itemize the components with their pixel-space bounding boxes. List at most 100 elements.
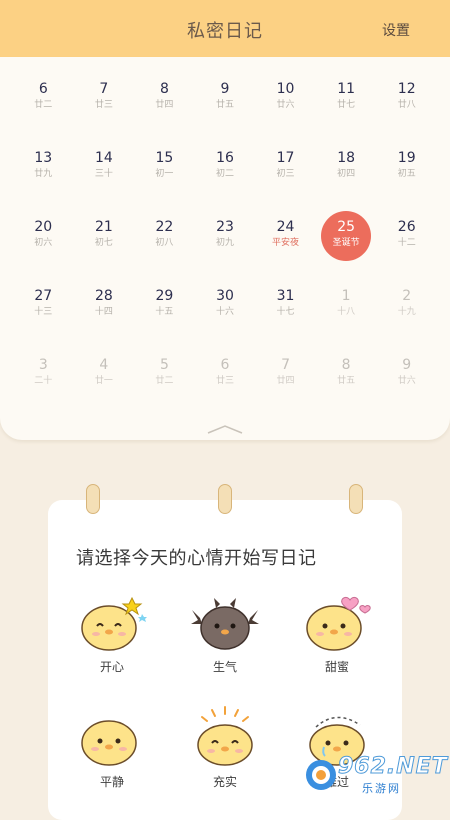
calendar-day[interactable]: 21 初七 xyxy=(74,215,135,284)
lunar-date: 初七 xyxy=(94,238,113,248)
mood-calm[interactable]: 平静 xyxy=(62,705,162,790)
day-number: 1 xyxy=(341,288,351,304)
calendar-day[interactable]: 4 廿一 xyxy=(74,353,135,422)
day-number: 25 xyxy=(337,219,356,235)
lunar-date: 初六 xyxy=(34,238,53,248)
calendar-day[interactable]: 29 十五 xyxy=(134,284,195,353)
calendar-day[interactable]: 27 十三 xyxy=(13,284,74,353)
collapse-calendar-handle[interactable] xyxy=(186,421,264,440)
day-number: 31 xyxy=(276,288,295,304)
lunar-date: 初二 xyxy=(215,169,234,179)
mood-angry[interactable]: 生气 xyxy=(175,590,275,675)
settings-button[interactable]: 设置 xyxy=(382,20,410,40)
calendar-day[interactable]: 10 廿六 xyxy=(255,77,316,146)
day-number: 23 xyxy=(216,219,234,235)
calendar-day[interactable]: 3 二十 xyxy=(13,353,74,422)
day-number: 30 xyxy=(216,288,234,304)
mood-label: 生气 xyxy=(212,660,237,674)
mood-prompt: 请选择今天的心情开始写日记 xyxy=(76,548,317,569)
lunar-date: 十三 xyxy=(34,307,53,317)
lunar-date: 初五 xyxy=(397,169,416,179)
day-number: 6 xyxy=(38,81,48,97)
calendar-day[interactable]: 23 初九 xyxy=(195,215,256,284)
mood-happy[interactable]: 开心 xyxy=(62,590,162,675)
calendar-day[interactable]: 24 平安夜 xyxy=(255,215,316,284)
binder-ring xyxy=(86,484,100,514)
day-number: 4 xyxy=(99,357,109,373)
day-number: 29 xyxy=(155,288,174,304)
day-number: 21 xyxy=(94,219,113,235)
watermark-text: 962.NET xyxy=(338,754,448,780)
day-number: 22 xyxy=(155,219,174,235)
lunar-date: 初九 xyxy=(215,238,234,248)
calendar-day[interactable]: 17 初三 xyxy=(255,146,316,215)
calendar-day[interactable]: 15 初一 xyxy=(134,146,195,215)
calendar-day[interactable]: 14 三十 xyxy=(74,146,135,215)
mood-sweet[interactable]: 甜蜜 xyxy=(287,590,387,675)
mood-fulfilled[interactable]: 充实 xyxy=(175,705,275,790)
happy-chick-icon xyxy=(81,596,147,651)
calendar-day[interactable]: 8 廿五 xyxy=(316,353,377,422)
calendar-day[interactable]: 28 十四 xyxy=(74,284,135,353)
calendar-day[interactable]: 19 初五 xyxy=(376,146,437,215)
watermark-logo: 962.NET 乐游网 xyxy=(302,750,447,796)
app-header: 私密日记 设置 xyxy=(0,0,450,57)
watermark-subtext: 乐游网 xyxy=(362,782,401,795)
calendar-day[interactable]: 6 廿三 xyxy=(195,353,256,422)
day-number: 12 xyxy=(397,81,416,97)
calendar-day[interactable]: 8 廿四 xyxy=(134,77,195,146)
lunar-date: 廿六 xyxy=(397,376,416,386)
day-number: 14 xyxy=(94,150,113,166)
day-number: 11 xyxy=(337,81,356,97)
calendar-day[interactable]: 7 廿三 xyxy=(74,77,135,146)
calendar-day[interactable]: 31 十七 xyxy=(255,284,316,353)
calendar-day[interactable]: 7 廿四 xyxy=(255,353,316,422)
mood-label: 充实 xyxy=(212,775,237,789)
day-number: 13 xyxy=(34,150,53,166)
lunar-date: 二十 xyxy=(34,376,53,386)
day-number: 9 xyxy=(402,357,412,373)
chevron-up-icon xyxy=(207,425,243,434)
day-number: 16 xyxy=(216,150,234,166)
sweet-chick-icon xyxy=(306,596,371,651)
day-number: 7 xyxy=(281,357,291,373)
calendar-day[interactable]: 18 初四 xyxy=(316,146,377,215)
day-number: 20 xyxy=(34,219,53,235)
day-number: 9 xyxy=(220,81,230,97)
calendar-grid: 6 廿二 7 廿三 8 廿四 9 廿五 10 廿六 11 廿七 12 廿八 13 廿九 14 三十 15 初一 16 初二… xyxy=(13,77,437,422)
lunar-date: 廿八 xyxy=(397,100,416,110)
calendar-day-selected[interactable]: 25 圣诞节 xyxy=(316,211,377,284)
lunar-date: 初三 xyxy=(276,169,295,179)
calendar-day[interactable]: 30 十六 xyxy=(195,284,256,353)
lunar-date: 廿四 xyxy=(155,100,174,110)
day-number: 17 xyxy=(276,150,295,166)
calendar-day[interactable]: 26 十二 xyxy=(376,215,437,284)
calendar-day[interactable]: 6 廿二 xyxy=(13,77,74,146)
lunar-date: 十六 xyxy=(215,307,234,317)
calendar-day[interactable]: 13 廿九 xyxy=(13,146,74,215)
angry-chick-icon xyxy=(191,598,259,650)
calm-chick-icon xyxy=(81,720,137,766)
lunar-date: 十四 xyxy=(94,307,113,317)
lunar-date: 廿九 xyxy=(34,169,53,179)
lunar-date: 三十 xyxy=(94,169,113,179)
day-number: 6 xyxy=(220,357,230,373)
calendar-day[interactable]: 12 廿八 xyxy=(376,77,437,146)
calendar-day[interactable]: 9 廿五 xyxy=(195,77,256,146)
day-number: 8 xyxy=(341,357,351,373)
calendar-day[interactable]: 16 初二 xyxy=(195,146,256,215)
calendar-day[interactable]: 20 初六 xyxy=(13,215,74,284)
day-number: 3 xyxy=(38,357,48,373)
calendar-day[interactable]: 22 初八 xyxy=(134,215,195,284)
calendar-day[interactable]: 2 十九 xyxy=(376,284,437,353)
lunar-date: 平安夜 xyxy=(272,238,300,248)
day-number: 27 xyxy=(34,288,53,304)
calendar-day[interactable]: 9 廿六 xyxy=(376,353,437,422)
day-number: 5 xyxy=(159,357,169,373)
day-number: 18 xyxy=(337,150,356,166)
lunar-date: 廿三 xyxy=(215,376,234,386)
calendar-day[interactable]: 5 廿二 xyxy=(134,353,195,422)
day-number: 28 xyxy=(94,288,113,304)
calendar-day[interactable]: 11 廿七 xyxy=(316,77,377,146)
calendar-day[interactable]: 1 十八 xyxy=(316,284,377,353)
